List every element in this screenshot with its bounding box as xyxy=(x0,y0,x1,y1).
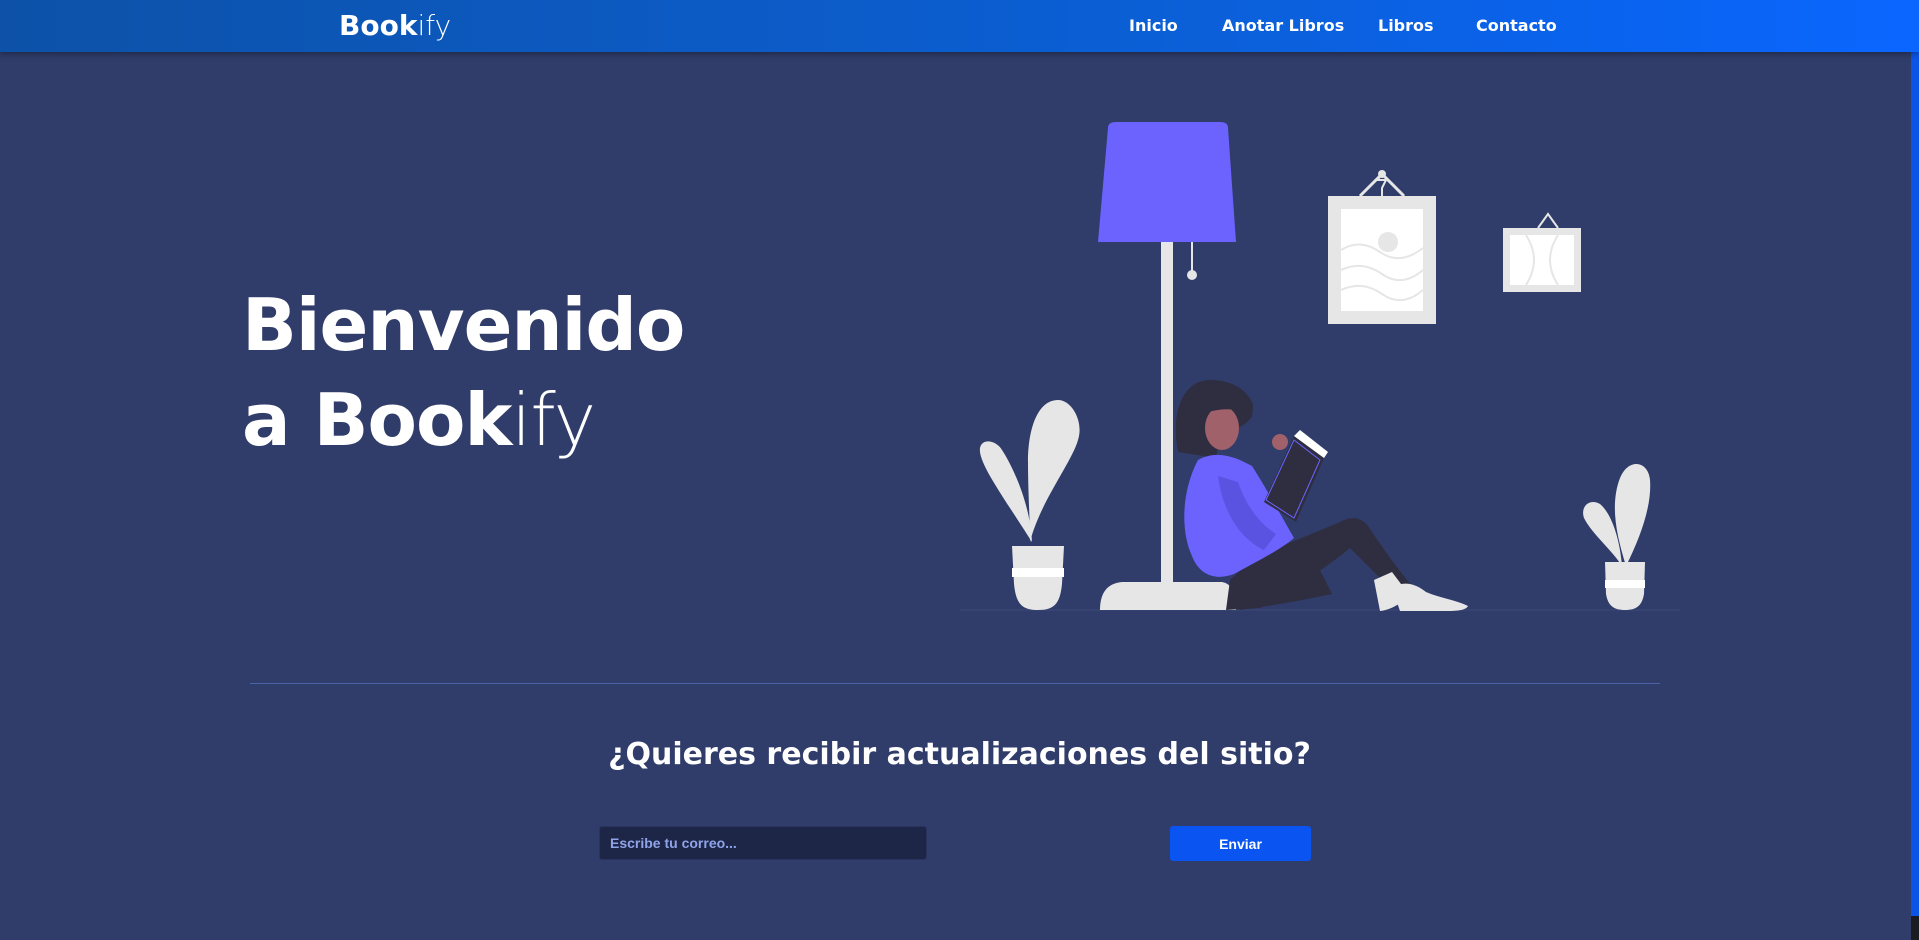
right-plant-icon xyxy=(1583,463,1651,610)
hero-heading-line1: Bienvenido xyxy=(242,283,685,367)
section-divider xyxy=(250,683,1660,684)
brand-logo[interactable]: Bookify xyxy=(339,8,451,44)
nav-link-libros[interactable]: Libros xyxy=(1378,16,1434,36)
wall-picture-small-icon xyxy=(1503,212,1581,292)
brand-logo-light: ify xyxy=(417,9,452,42)
hero-heading-bold: Book xyxy=(313,378,513,462)
nav-link-inicio[interactable]: Inicio xyxy=(1129,16,1178,36)
brand-logo-bold: Book xyxy=(339,9,418,42)
nav-link-contacto[interactable]: Contacto xyxy=(1476,16,1557,36)
hero-heading: Bienvenido a Bookify xyxy=(242,278,685,468)
left-plant-icon xyxy=(979,400,1080,610)
wall-picture-large-icon xyxy=(1328,170,1436,324)
top-navbar: Bookify Inicio Anotar Libros Libros Cont… xyxy=(0,0,1919,52)
reading-woman-figure xyxy=(1175,380,1468,611)
hero-heading-prefix: a xyxy=(242,378,314,462)
reading-woman-illustration xyxy=(960,122,1680,611)
page-scrollbar[interactable] xyxy=(1911,52,1919,940)
newsletter-email-input[interactable] xyxy=(599,826,927,860)
scrollbar-corner xyxy=(1911,916,1919,940)
newsletter-submit-button[interactable]: Enviar xyxy=(1170,826,1311,861)
nav-link-anotar-libros[interactable]: Anotar Libros xyxy=(1222,16,1344,36)
newsletter-heading: ¿Quieres recibir actualizaciones del sit… xyxy=(608,737,1311,772)
hero-heading-light: ify xyxy=(511,378,596,462)
